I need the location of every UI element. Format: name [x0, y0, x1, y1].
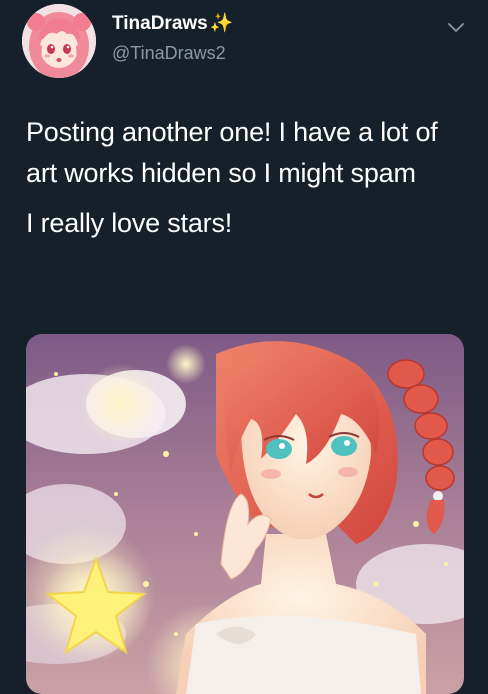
display-name[interactable]: TinaDraws ✨ [112, 12, 233, 36]
tweet-text-paragraph: I really love stars! [26, 208, 233, 238]
user-handle[interactable]: @TinaDraws2 [112, 42, 226, 64]
anime-girl-star-illustration [26, 334, 464, 694]
anime-girl-avatar-icon [22, 4, 96, 78]
chevron-down-icon[interactable] [444, 16, 468, 40]
sparkles-icon: ✨ [209, 13, 234, 34]
avatar[interactable] [22, 4, 96, 78]
tweet-text: Posting another one! I have a lot of art… [26, 112, 466, 244]
tweet-text-paragraph: Posting another one! I have a lot of art… [26, 117, 438, 188]
tweet-media-image[interactable] [26, 334, 464, 694]
display-name-text: TinaDraws [112, 13, 208, 34]
